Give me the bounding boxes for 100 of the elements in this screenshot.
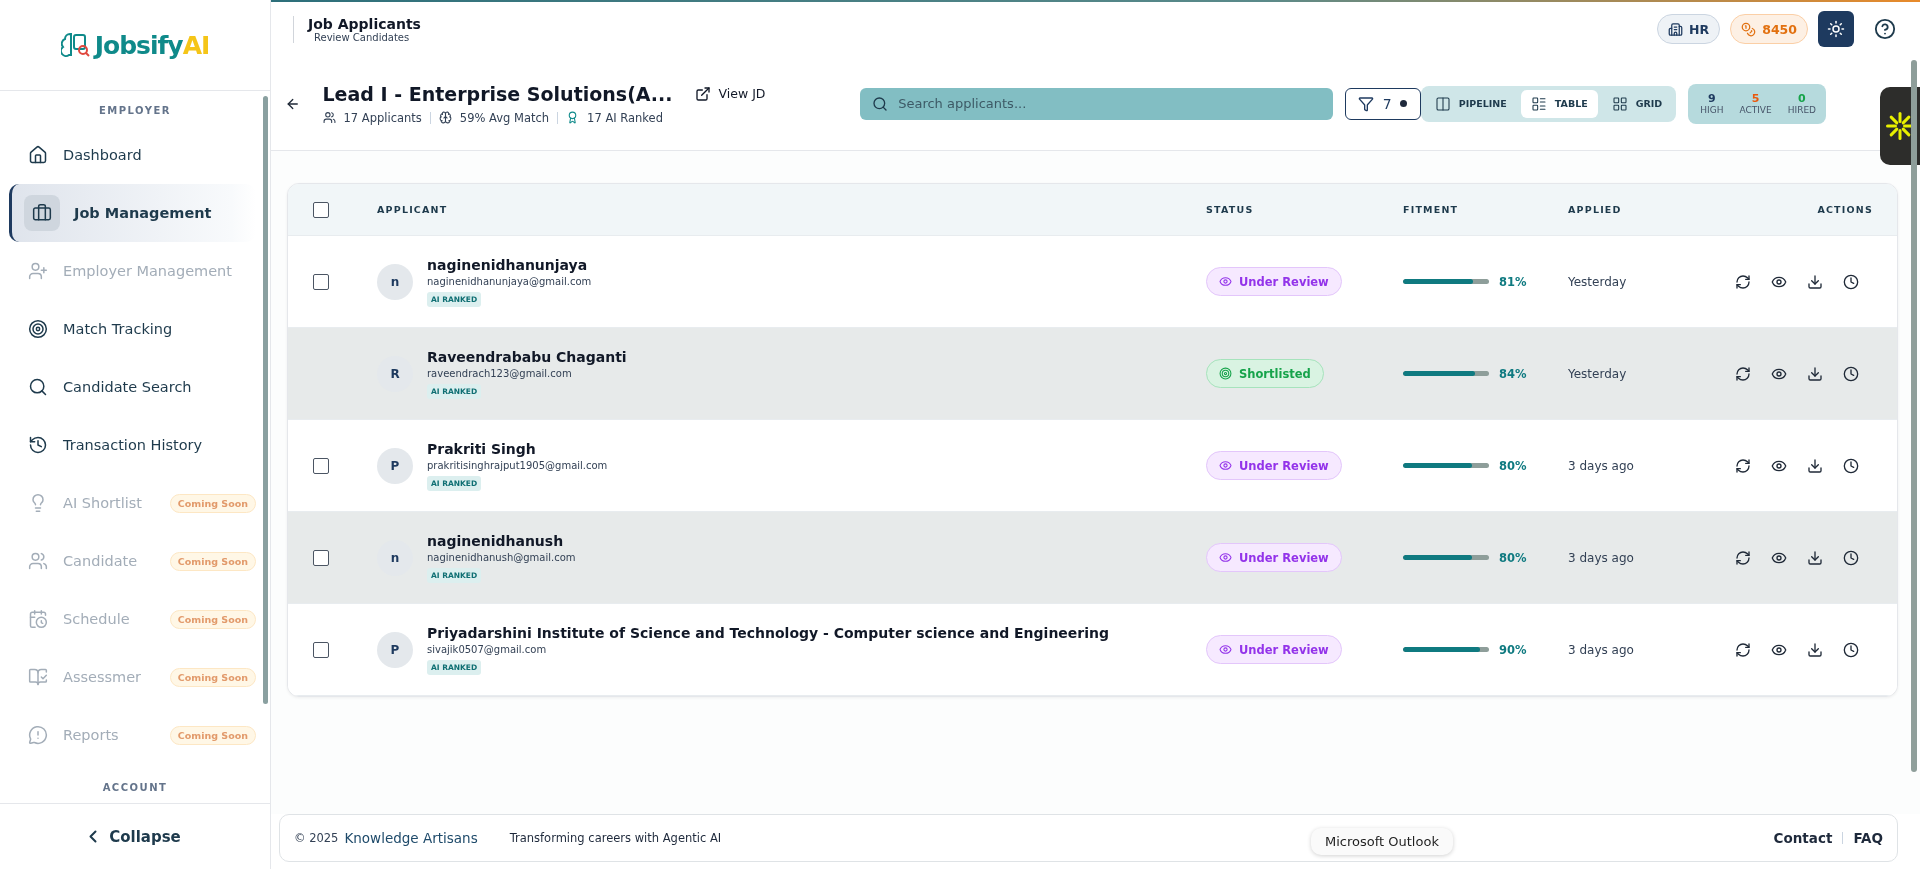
stat-value: 5 — [1751, 92, 1760, 105]
view-tab[interactable]: GRID — [1601, 89, 1673, 118]
brain-icon — [438, 111, 452, 124]
users-icon — [322, 111, 336, 124]
refresh-icon[interactable] — [1735, 549, 1751, 566]
ai-ranked-count: 17 AI Ranked — [587, 110, 663, 125]
avatar: n — [377, 263, 413, 300]
nav-icon — [28, 551, 48, 571]
section-label: ACCOUNT — [101, 781, 169, 795]
applicant-email: raveendrach123@gmail.com — [427, 367, 572, 379]
view-icon — [1530, 95, 1547, 112]
avg-match: 59% Avg Match — [459, 110, 550, 125]
history-icon[interactable] — [1843, 273, 1859, 290]
section-label: EMPLOYER — [97, 104, 172, 118]
applicant-name: Raveendrababu Chaganti — [427, 348, 627, 365]
help-icon[interactable] — [1874, 18, 1896, 40]
applied-date: Yesterday — [1568, 274, 1628, 289]
nav-icon — [32, 203, 52, 223]
search-field[interactable]: Search applicants... — [860, 87, 1333, 120]
applied-date: 3 days ago — [1568, 458, 1635, 473]
logo-text: JobsifyAI — [94, 30, 210, 60]
nav-item[interactable]: Candidate Search — [20, 358, 256, 416]
applied-date: 3 days ago — [1568, 642, 1635, 657]
applicant-name: Priyadarshini Institute of Science and Technology - Computer science and Engineering — [427, 624, 1110, 641]
avatar: P — [377, 447, 413, 484]
download-icon[interactable] — [1807, 457, 1823, 474]
fitment-value: 81% — [1499, 274, 1527, 289]
nav-icon — [28, 261, 48, 281]
stat-value: 0 — [1798, 92, 1806, 105]
refresh-icon[interactable] — [1735, 273, 1751, 290]
applicant-email: naginenidhanush@gmail.com — [427, 551, 576, 563]
download-icon[interactable] — [1807, 549, 1823, 566]
stat-label: ACTIVE — [1739, 105, 1772, 115]
company-name: Knowledge Artisans — [344, 830, 478, 846]
nav-icon — [28, 609, 48, 629]
view-icon — [1611, 95, 1628, 112]
nav-icon — [28, 667, 48, 687]
history-icon[interactable] — [1843, 641, 1859, 658]
column-header: FITMENT — [1403, 204, 1460, 215]
nav-item[interactable]: Transaction History — [20, 416, 256, 474]
column-header: APPLIED — [1568, 204, 1623, 215]
credits-badge: 8450 — [1730, 14, 1808, 44]
applicant-name: naginenidhanush — [427, 532, 564, 549]
coming-soon-badge: Coming Soon — [169, 609, 256, 629]
coming-soon-badge: Coming Soon — [169, 493, 256, 513]
page-title: Job Applicants — [308, 15, 421, 32]
status-badge: Shortlisted — [1206, 359, 1324, 388]
applicant-email: prakritisinghrajput1905@gmail.com — [427, 459, 608, 471]
row-checkbox[interactable] — [313, 273, 329, 290]
copyright: © 2025 — [294, 831, 339, 845]
refresh-icon[interactable] — [1735, 457, 1751, 474]
footer-link[interactable]: Contact — [1773, 830, 1833, 846]
filter-icon — [1358, 95, 1374, 112]
dot-icon — [1400, 100, 1408, 107]
download-icon[interactable] — [1807, 273, 1823, 290]
theme-toggle[interactable] — [1818, 11, 1854, 47]
view-tab[interactable]: PIPELINE — [1424, 89, 1517, 118]
row-checkbox[interactable] — [313, 641, 329, 658]
role-badge: HR — [1657, 14, 1721, 44]
job-title: Lead I - Enterprise Solutions(A... — [322, 82, 673, 105]
column-header: STATUS — [1206, 204, 1255, 215]
applicant-email: naginenidhanunjaya@gmail.com — [427, 275, 592, 287]
nav-icon — [28, 725, 48, 745]
status-badge: Under Review — [1206, 267, 1342, 296]
row-checkbox[interactable] — [313, 549, 329, 566]
applicant-name: Prakriti Singh — [427, 440, 536, 457]
nav-item[interactable]: Match Tracking — [20, 300, 256, 358]
applied-date: 3 days ago — [1568, 550, 1635, 565]
logo-icon — [60, 32, 91, 58]
download-icon[interactable] — [1807, 641, 1823, 658]
download-icon[interactable] — [1807, 365, 1823, 382]
view-jd-link[interactable]: View JD — [694, 85, 766, 102]
row-checkbox[interactable] — [313, 457, 329, 474]
view-tab[interactable]: TABLE — [1520, 89, 1598, 118]
search-icon — [872, 95, 889, 112]
stat-value: 9 — [1708, 92, 1716, 105]
external-link-icon — [694, 85, 711, 102]
fitment-value: 80% — [1499, 550, 1527, 565]
filter-button[interactable]: 7 — [1344, 87, 1421, 120]
fitment-value: 80% — [1499, 458, 1527, 473]
avatar: P — [377, 631, 413, 668]
nav-icon — [28, 145, 48, 165]
coming-soon-badge: Coming Soon — [169, 551, 256, 571]
footer-link[interactable]: FAQ — [1853, 830, 1883, 846]
stat-label: HIRED — [1787, 105, 1816, 115]
column-header: ACTIONS — [1816, 204, 1874, 215]
nav-item[interactable]: Dashboard — [20, 126, 256, 184]
select-all-checkbox[interactable] — [313, 201, 329, 218]
history-icon[interactable] — [1843, 457, 1859, 474]
history-icon[interactable] — [1843, 365, 1859, 382]
history-icon[interactable] — [1843, 549, 1859, 566]
stat-label: HIGH — [1700, 105, 1724, 115]
coming-soon-badge: Coming Soon — [169, 725, 256, 745]
refresh-icon[interactable] — [1735, 365, 1751, 382]
applicant-email: sivajik0507@gmail.com — [427, 643, 547, 655]
column-header: APPLICANT — [377, 204, 449, 215]
status-badge: Under Review — [1206, 635, 1342, 664]
nav-icon — [28, 435, 48, 455]
refresh-icon[interactable] — [1735, 641, 1751, 658]
tagline: Transforming careers with Agentic AI — [509, 831, 722, 845]
